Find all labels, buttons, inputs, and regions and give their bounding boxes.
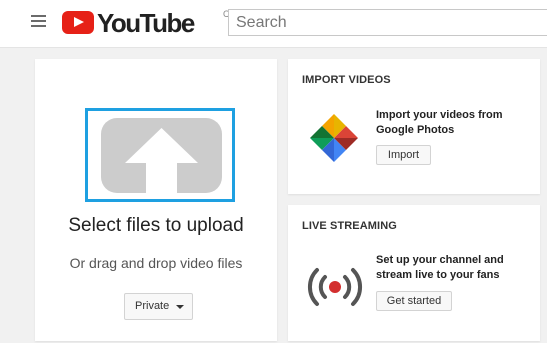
upload-subtitle: Or drag and drop video files xyxy=(69,255,243,271)
import-card-title: IMPORT VIDEOS xyxy=(302,74,391,86)
live-streaming-card: LIVE STREAMING Set up your channel and s… xyxy=(288,205,540,341)
live-card-title: LIVE STREAMING xyxy=(302,220,397,232)
upload-arrow-icon xyxy=(101,118,222,193)
live-broadcast-icon xyxy=(307,268,363,306)
caret-down-icon xyxy=(176,305,184,309)
import-button[interactable]: Import xyxy=(376,145,431,165)
google-photos-icon xyxy=(310,114,358,162)
privacy-dropdown[interactable]: Private xyxy=(124,293,193,320)
masthead: YouTube CA Search xyxy=(0,0,547,48)
hamburger-menu-icon[interactable] xyxy=(31,15,47,29)
live-card-description: Set up your channel and stream live to y… xyxy=(376,254,504,281)
import-videos-card: IMPORT VIDEOS Import your videos from Go… xyxy=(288,59,540,194)
get-started-button[interactable]: Get started xyxy=(376,291,452,311)
upload-drop-target[interactable] xyxy=(85,108,235,202)
import-card-description: Import your videos from Google Photos xyxy=(376,109,503,136)
privacy-value: Private xyxy=(135,300,170,312)
upload-title: Select files to upload xyxy=(68,215,244,236)
logo-text: YouTube xyxy=(97,8,195,38)
youtube-play-icon xyxy=(62,11,94,34)
upload-card: Select files to upload Or drag and drop … xyxy=(35,59,277,341)
search-input[interactable]: Search xyxy=(228,9,547,36)
